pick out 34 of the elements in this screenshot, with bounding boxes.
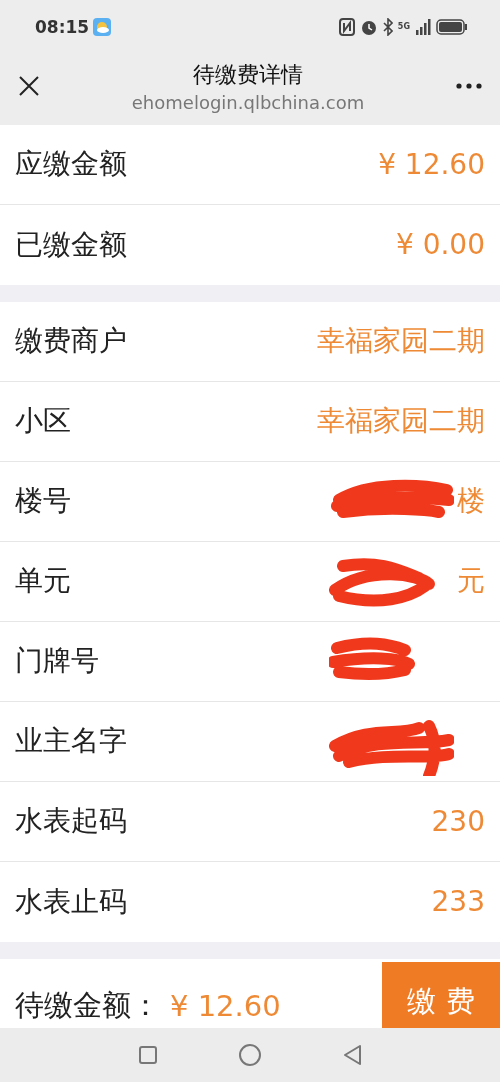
due-label: 待缴金额： [15,987,160,1025]
close-icon[interactable] [18,75,40,98]
field-label: 水表止码 [15,883,127,920]
field-value: ¥ 12.60 [378,147,485,181]
pay-button[interactable]: 缴 费 [382,962,500,1029]
back-icon[interactable] [342,1044,362,1067]
field-value: 楼 [457,483,485,519]
field-label: 缴费商户 [15,323,127,359]
field-value: 元 [457,563,485,599]
field-label: 应缴金额 [15,146,127,182]
more-icon[interactable] [456,83,482,90]
field-value: 幸福家园二期 [317,403,485,439]
field-value: 幸福家园二期 [317,323,485,359]
signal-icon [415,18,431,35]
bluetooth-icon [382,17,393,36]
due-amount: ¥ 12.60 [170,989,281,1024]
weather-icon [93,17,112,36]
field-label: 业主名字 [15,723,127,759]
page-title: 待缴费详情 [193,60,303,89]
field-label: 门牌号 [15,643,99,679]
field-value: 233 [431,885,485,918]
home-icon[interactable] [238,1043,262,1068]
field-label: 楼号 [15,483,71,519]
recents-icon[interactable] [138,1045,158,1066]
page-url: ehomelogin.qlbchina.com [131,91,365,113]
field-value: 230 [431,804,485,838]
field-value: ¥ 0.00 [395,228,485,261]
field-label: 单元 [15,563,71,599]
status-time: 08:15 [35,16,90,37]
field-label: 已缴金额 [15,226,127,263]
network-type: 5G [397,22,410,32]
battery-icon [436,18,468,35]
field-label: 水表起码 [15,803,127,839]
field-label: 小区 [15,403,71,439]
